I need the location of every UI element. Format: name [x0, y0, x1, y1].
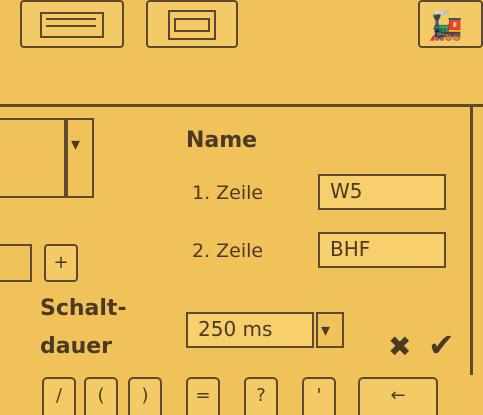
- switch-duration-select[interactable]: 250 ms: [186, 312, 314, 348]
- keyboard-icon: [40, 12, 104, 38]
- switch-duration-arrow-button[interactable]: ▾: [316, 312, 344, 348]
- line2-label: 2. Zeile: [192, 240, 264, 262]
- close-icon: ✖: [388, 330, 412, 363]
- switch-duration-label-line2: dauer: [40, 334, 113, 359]
- line1-label: 1. Zeile: [192, 182, 264, 204]
- locomotive-button[interactable]: 🚂: [418, 0, 483, 48]
- check-icon: ✔: [428, 326, 455, 364]
- key-backspace[interactable]: ←: [358, 377, 438, 415]
- key-equals[interactable]: =: [186, 377, 220, 415]
- locomotive-icon: 🚂: [428, 9, 463, 42]
- dropdown-field[interactable]: [0, 118, 66, 198]
- name-title: Name: [186, 128, 258, 153]
- chevron-down-icon: ▾: [71, 134, 81, 155]
- key-apostrophe[interactable]: ': [302, 377, 336, 415]
- monitor-button[interactable]: [146, 0, 238, 48]
- key-slash[interactable]: /: [42, 377, 76, 415]
- key-open-paren[interactable]: (: [84, 377, 118, 415]
- switch-duration-label-line1: Schalt-: [40, 296, 127, 321]
- top-divider: [0, 104, 483, 107]
- key-close-paren[interactable]: ): [128, 377, 162, 415]
- confirm-button[interactable]: ✔: [428, 326, 455, 364]
- switch-duration-value: 250 ms: [198, 317, 273, 341]
- left-partial-field[interactable]: [0, 244, 32, 282]
- line2-input[interactable]: BHF: [318, 232, 446, 268]
- line1-input[interactable]: W5: [318, 174, 446, 210]
- chevron-down-icon: ▾: [321, 320, 331, 341]
- monitor-icon: [168, 10, 216, 40]
- plus-button[interactable]: +: [44, 244, 78, 282]
- dropdown-arrow-button[interactable]: ▾: [66, 118, 94, 198]
- line2-value: BHF: [330, 237, 371, 261]
- cancel-button[interactable]: ✖: [388, 330, 411, 363]
- plus-label: +: [53, 252, 69, 273]
- panel-right-border: [470, 104, 473, 375]
- keyboard-button[interactable]: [20, 0, 124, 48]
- line1-value: W5: [330, 179, 363, 203]
- key-question[interactable]: ?: [244, 377, 278, 415]
